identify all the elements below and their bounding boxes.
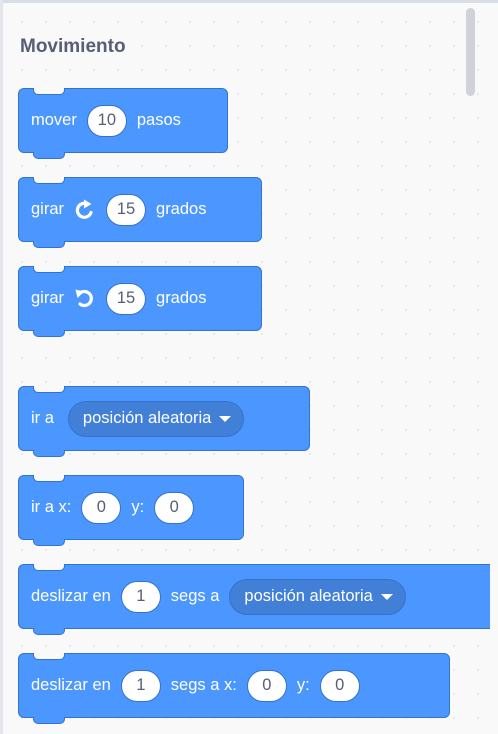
goto-target-dropdown[interactable]: posición aleatoria (67, 400, 245, 437)
block-label: grados (156, 200, 207, 218)
goto-menu-block[interactable]: ir a posición aleatoria (18, 386, 310, 457)
x-input[interactable]: 0 (246, 669, 287, 702)
secs-input[interactable]: 1 (120, 580, 161, 613)
dropdown-value: posición aleatoria (244, 587, 373, 605)
move-steps-block[interactable]: mover 10 pasos (18, 88, 228, 159)
block-label: ir a (31, 409, 54, 427)
degrees-input[interactable]: 15 (106, 282, 147, 315)
x-input[interactable]: 0 (81, 491, 122, 524)
block-label: y: (131, 498, 145, 516)
glide-xy-block[interactable]: deslizar en 1 segs a x: 0 y: 0 (18, 653, 450, 724)
secs-input[interactable]: 1 (120, 669, 161, 702)
glide-menu-block[interactable]: deslizar en 1 segs a posición aleatoria (18, 564, 490, 635)
palette-left-border (0, 0, 3, 734)
block-label: segs a (170, 587, 220, 605)
palette-scrollbar[interactable] (466, 8, 475, 96)
block-label: grados (156, 289, 207, 307)
block-label: girar (31, 289, 65, 307)
degrees-input[interactable]: 15 (106, 193, 147, 226)
block-label: segs a x: (170, 676, 237, 694)
caret-down-icon (219, 415, 232, 422)
goto-xy-block[interactable]: ir a x: 0 y: 0 (18, 475, 244, 546)
block-label: girar (31, 200, 65, 218)
steps-input[interactable]: 10 (86, 104, 127, 137)
block-label: mover (31, 111, 77, 129)
y-input[interactable]: 0 (154, 491, 195, 524)
palette-top-border (0, 0, 498, 3)
glide-target-dropdown[interactable]: posición aleatoria (229, 578, 406, 615)
dropdown-value: posición aleatoria (82, 409, 212, 427)
block-label: deslizar en (31, 676, 111, 694)
block-label: y: (296, 676, 310, 694)
rotate-clockwise-icon (74, 199, 96, 221)
y-input[interactable]: 0 (319, 669, 360, 702)
turn-right-block[interactable]: girar 15 grados (18, 177, 262, 248)
block-label: pasos (136, 111, 181, 129)
block-label: ir a x: (31, 498, 72, 516)
caret-down-icon (380, 593, 393, 600)
block-palette: Movimiento mover 10 pasos girar 15 grado… (0, 0, 498, 734)
turn-left-block[interactable]: girar 15 grados (18, 266, 262, 337)
block-label: deslizar en (31, 587, 111, 605)
rotate-counterclockwise-icon (74, 288, 96, 310)
category-title: Movimiento (20, 36, 126, 57)
